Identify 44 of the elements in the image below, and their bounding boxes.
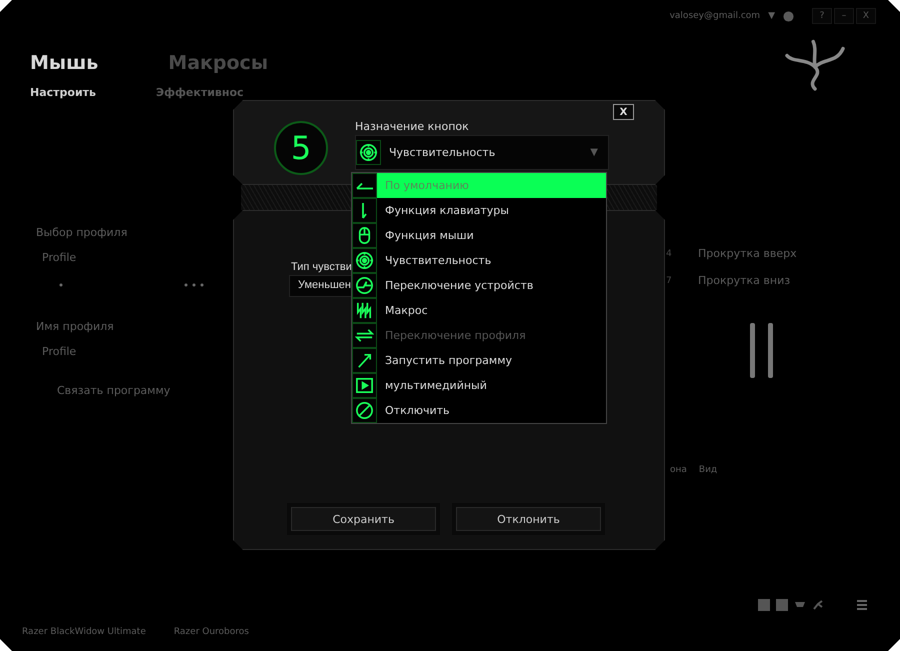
device-tab[interactable]: Razer BlackWidow Ultimate (22, 627, 146, 637)
button-number: 4 (666, 248, 673, 258)
button-number-badge: 5 (274, 121, 328, 175)
caret-icon[interactable]: ▼ (768, 11, 775, 21)
view-label[interactable]: она (670, 465, 687, 475)
lightning-circle-icon (355, 276, 374, 295)
button-assignment[interactable]: Прокрутка вниз (698, 274, 790, 287)
sub-tab[interactable]: Настроить (30, 86, 96, 99)
function-option[interactable]: Запустить программу (352, 348, 606, 373)
prohibited-icon (355, 401, 374, 420)
profile-name-field[interactable]: Profile (36, 345, 230, 358)
target-icon (359, 143, 378, 162)
window-control-button[interactable]: ? (812, 8, 832, 24)
arrow-icon (356, 182, 374, 190)
account-email[interactable]: valosey@gmail.com (670, 11, 760, 21)
close-button[interactable]: X (613, 104, 634, 120)
zigzag-arrows-icon (355, 301, 374, 320)
profile-select[interactable]: Profile (36, 251, 230, 264)
button-number: 7 (666, 276, 673, 286)
main-tab[interactable]: Макросы (168, 52, 268, 74)
function-option[interactable]: Отключить (352, 398, 606, 423)
function-option[interactable]: мультимедийный (352, 373, 606, 398)
window-control-button[interactable]: X (856, 8, 876, 24)
play-icon (355, 376, 374, 395)
main-tab[interactable]: Мышь (30, 52, 98, 74)
globe-icon[interactable] (783, 10, 794, 22)
sub-tab[interactable]: Эффективнос (156, 86, 244, 99)
link-program-link[interactable]: Связать программу (57, 384, 230, 397)
function-option[interactable]: Чувствительность (352, 248, 606, 273)
sensitivity-type-label: Тип чувстви (291, 261, 352, 273)
target-icon (355, 251, 374, 270)
view-label[interactable]: Вид (698, 465, 718, 475)
down-arrow-icon (361, 202, 368, 219)
function-option[interactable]: Функция клавиатуры (352, 198, 606, 223)
function-select[interactable]: Чувствительность ▼ (355, 135, 609, 170)
device-tab[interactable]: Razer Ouroboros (174, 627, 249, 637)
profile-name-label: Имя профиля (36, 320, 115, 333)
assign-label: Назначение кнопок (355, 120, 470, 133)
window-control-button[interactable]: – (834, 8, 854, 24)
profile-select-label: Выбор профиля (36, 226, 128, 239)
function-option[interactable]: Функция мыши (352, 223, 606, 248)
button-assignment[interactable]: Прокрутка вверх (698, 247, 797, 260)
function-option[interactable]: Макрос (352, 298, 606, 323)
menu-icon[interactable] (856, 599, 868, 611)
